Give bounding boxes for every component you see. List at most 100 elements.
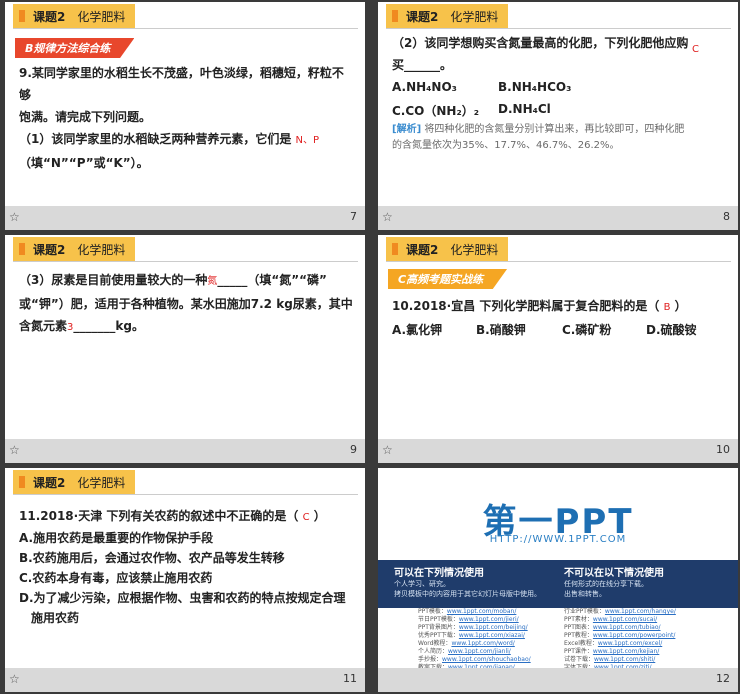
answer-text: 氮 bbox=[207, 276, 218, 287]
header-divider bbox=[13, 28, 358, 29]
allowed-line: 拷贝模板中的内容用于其它幻灯片母版中使用。 bbox=[394, 590, 541, 598]
link-row[interactable]: PPT模板：www.1ppt.com/moban/ bbox=[418, 608, 531, 616]
header-title: 化学肥料 bbox=[450, 242, 499, 257]
link-row[interactable]: 个人简历：www.1ppt.com/jianli/ bbox=[418, 648, 531, 656]
slide-header: 课题2 化学肥料 bbox=[5, 2, 365, 32]
link-key: PPT素材： bbox=[564, 616, 593, 623]
link-row[interactable]: 优秀PPT下载：www.1ppt.com/xiazai/ bbox=[418, 632, 531, 640]
option-a: A.NH₄NO₃ bbox=[392, 80, 457, 94]
link-url[interactable]: www.1ppt.com/shiti/ bbox=[594, 656, 655, 663]
question-line: 10.2018·宜昌 下列化学肥料属于复合肥料的是（ B ） bbox=[392, 295, 728, 319]
link-key: PPT模板： bbox=[418, 608, 447, 615]
header-tab: 课题2 化学肥料 bbox=[13, 4, 136, 28]
slide-number: 11 bbox=[343, 672, 357, 685]
link-row[interactable]: PPT素材：www.1ppt.com/sucai/ bbox=[564, 616, 676, 624]
link-key: PPT背景图片： bbox=[418, 624, 459, 631]
option-c: C.农药本身有毒，应该禁止施用农药 bbox=[19, 571, 213, 585]
question-part: 11.2018·天津 下列有关农药的叙述中不正确的是（ bbox=[19, 509, 299, 523]
slide-number: 9 bbox=[350, 443, 357, 456]
link-url[interactable]: www.1ppt.com/powerpoint/ bbox=[593, 632, 675, 639]
slide-number: 8 bbox=[723, 210, 730, 223]
slide-footer: ☆ 10 bbox=[378, 439, 738, 463]
link-row[interactable]: PPT课件：www.1ppt.com/kejian/ bbox=[564, 648, 676, 656]
question-part: 含氮元素 bbox=[19, 319, 68, 333]
slide-10[interactable]: 课题2 化学肥料 C高频考题实战练 10.2018·宜昌 下列化学肥料属于复合肥… bbox=[378, 235, 738, 463]
question-part: （3）尿素是目前使用量较大的一种 bbox=[19, 273, 208, 287]
slide-footer: ☆ 11 bbox=[5, 668, 365, 692]
option-d: D.NH₄Cl bbox=[498, 102, 551, 116]
allowed-heading: 可以在下列情况使用 bbox=[394, 568, 484, 579]
link-row[interactable]: 节日PPT模板：www.1ppt.com/jieri/ bbox=[418, 616, 531, 624]
star-icon: ☆ bbox=[9, 210, 20, 224]
link-url[interactable]: www.1ppt.com/beijing/ bbox=[459, 624, 528, 631]
link-key: 行业PPT模板： bbox=[564, 608, 605, 615]
question-text: 9.某同学家里的水稻生长不茂盛，叶色淡绿，稻穗短，籽粒不够 饱满。请完成下列问题… bbox=[19, 62, 355, 174]
option-b: B.硝酸钾 bbox=[476, 323, 526, 337]
question-part: _____（填“氮”“磷” bbox=[217, 273, 327, 287]
question-part: （1）该同学家里的水稻缺乏两种营养元素，它们是 bbox=[19, 132, 292, 146]
link-url[interactable]: www.1ppt.com/tubiao/ bbox=[593, 624, 661, 631]
allowed-usage: 可以在下列情况使用 个人学习、研究。 拷贝模板中的内容用于其它幻灯片母版中使用。 bbox=[394, 564, 541, 599]
link-url[interactable]: www.1ppt.com/moban/ bbox=[447, 608, 516, 615]
link-url[interactable]: www.1ppt.com/sucai/ bbox=[593, 616, 657, 623]
slide-12[interactable]: 第一PPT HTTP://WWW.1PPT.COM 可以在下列情况使用 个人学习… bbox=[378, 468, 738, 692]
logo-area: 第一PPT HTTP://WWW.1PPT.COM bbox=[378, 468, 738, 564]
question-line: （3）尿素是目前使用量较大的一种氮_____（填“氮”“磷” bbox=[19, 269, 355, 293]
usage-band: 可以在下列情况使用 个人学习、研究。 拷贝模板中的内容用于其它幻灯片母版中使用。… bbox=[378, 560, 738, 608]
link-key: Word教程： bbox=[418, 640, 452, 647]
option-a: A.氯化钾 bbox=[392, 323, 443, 337]
link-url[interactable]: www.1ppt.com/excel/ bbox=[598, 640, 662, 647]
allowed-line: 个人学习、研究。 bbox=[394, 580, 450, 588]
option-b: B.NH₄HCO₃ bbox=[498, 80, 572, 94]
slide-header: 课题2 化学肥料 bbox=[5, 468, 365, 498]
link-row[interactable]: PPT图表：www.1ppt.com/tubiao/ bbox=[564, 624, 676, 632]
question-line: 9.某同学家里的水稻生长不茂盛，叶色淡绿，稻穗短，籽粒不够 bbox=[19, 66, 344, 102]
slide-footer: ☆ 8 bbox=[378, 206, 738, 230]
link-url[interactable]: www.1ppt.com/shouchaobao/ bbox=[442, 656, 531, 663]
header-title: 化学肥料 bbox=[450, 9, 499, 24]
answer-text: N、P bbox=[295, 135, 320, 146]
header-tab: 课题2 化学肥料 bbox=[13, 237, 136, 261]
link-url[interactable]: www.1ppt.com/word/ bbox=[451, 640, 514, 647]
link-row[interactable]: 行业PPT模板：www.1ppt.com/hangye/ bbox=[564, 608, 676, 616]
slide-11[interactable]: 课题2 化学肥料 11.2018·天津 下列有关农药的叙述中不正确的是（ C ）… bbox=[5, 468, 365, 692]
link-row[interactable]: 手抄报：www.1ppt.com/shouchaobao/ bbox=[418, 656, 531, 664]
link-url[interactable]: www.1ppt.com/xiazai/ bbox=[459, 632, 525, 639]
link-url[interactable]: www.1ppt.com/kejian/ bbox=[593, 648, 659, 655]
option-c: C.磷矿粉 bbox=[562, 323, 612, 337]
slide-7[interactable]: 课题2 化学肥料 B规律方法综合练 9.某同学家里的水稻生长不茂盛，叶色淡绿，稻… bbox=[5, 2, 365, 230]
link-row[interactable]: PPT背景图片：www.1ppt.com/beijing/ bbox=[418, 624, 531, 632]
slide-number: 10 bbox=[716, 443, 730, 456]
question-text: （3）尿素是目前使用量较大的一种氮_____（填“氮”“磷” 或“钾”）肥，适用… bbox=[19, 269, 355, 339]
link-row[interactable]: 试卷下载：www.1ppt.com/shiti/ bbox=[564, 656, 676, 664]
link-key: 节日PPT模板： bbox=[418, 616, 459, 623]
header-ke: 课题2 bbox=[33, 242, 66, 257]
section-tag: C高频考题实战练 bbox=[388, 269, 508, 289]
slide-9[interactable]: 课题2 化学肥料 （3）尿素是目前使用量较大的一种氮_____（填“氮”“磷” … bbox=[5, 235, 365, 463]
header-divider bbox=[386, 261, 731, 262]
header-divider bbox=[13, 494, 358, 495]
question-line: 买______。 bbox=[392, 58, 453, 72]
star-icon: ☆ bbox=[382, 443, 393, 457]
answer-text: C bbox=[302, 512, 310, 523]
header-divider bbox=[386, 28, 731, 29]
link-url[interactable]: www.1ppt.com/jianli/ bbox=[448, 648, 511, 655]
link-row[interactable]: Word教程：www.1ppt.com/word/ bbox=[418, 640, 531, 648]
answer-text: C bbox=[692, 44, 699, 55]
link-url[interactable]: www.1ppt.com/jieri/ bbox=[459, 616, 519, 623]
forbidden-usage: 不可以在以下情况使用 任何形式的在线分享下载。 出售和转售。 bbox=[564, 564, 664, 599]
header-ke: 课题2 bbox=[33, 475, 66, 490]
option-d: D.为了减少污染，应根据作物、虫害和农药的特点按规定合理 bbox=[19, 591, 346, 605]
slide-8[interactable]: 课题2 化学肥料 （2）该同学想购买含氮量最高的化肥，下列化肥他应购 买____… bbox=[378, 2, 738, 230]
link-url[interactable]: www.1ppt.com/hangye/ bbox=[605, 608, 676, 615]
forbidden-line: 任何形式的在线分享下载。 bbox=[564, 580, 648, 588]
question-line: 含氮元素3_______kg。 bbox=[19, 315, 355, 339]
question-line: （填“N”“P”或“K”）。 bbox=[19, 156, 149, 170]
logo-url[interactable]: HTTP://WWW.1PPT.COM bbox=[378, 534, 738, 545]
link-row[interactable]: PPT教程：www.1ppt.com/powerpoint/ bbox=[564, 632, 676, 640]
slide-number: 12 bbox=[716, 672, 730, 685]
slide-header: 课题2 化学肥料 bbox=[378, 2, 738, 32]
question-text: 10.2018·宜昌 下列化学肥料属于复合肥料的是（ B ） bbox=[392, 295, 728, 319]
question-line: （2）该同学想购买含氮量最高的化肥，下列化肥他应购 bbox=[392, 36, 689, 50]
link-row[interactable]: Excel教程：www.1ppt.com/excel/ bbox=[564, 640, 676, 648]
